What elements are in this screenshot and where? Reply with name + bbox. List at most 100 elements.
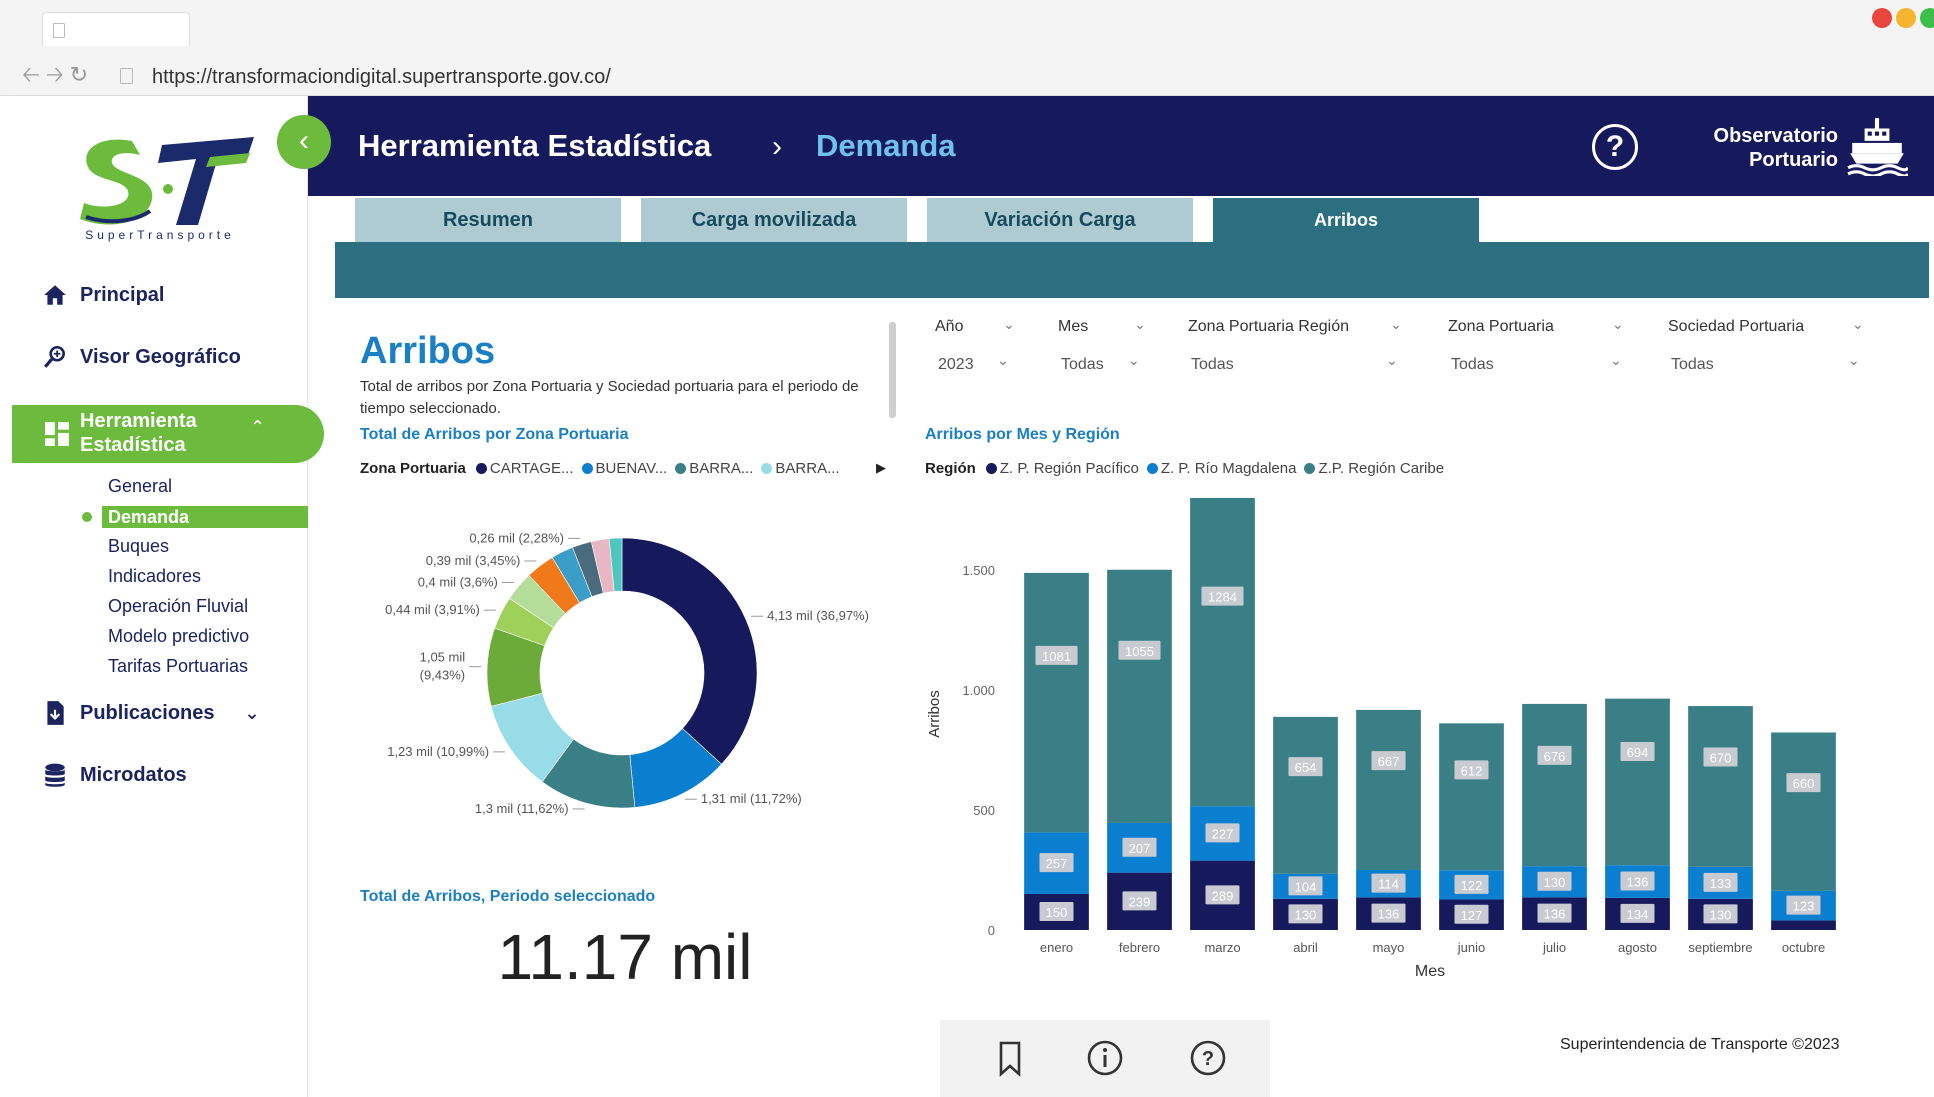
bar-data-label: 612 xyxy=(1461,763,1483,778)
chevron-down-icon[interactable]: ⌄ xyxy=(1610,352,1622,369)
legend-item-label: BUENAV... xyxy=(595,460,668,477)
document-download-icon xyxy=(47,701,64,725)
bar-data-label: 136 xyxy=(1627,875,1649,890)
tab-resumen[interactable]: Resumen xyxy=(355,198,621,242)
map-search-icon xyxy=(44,345,65,368)
submenu-item-demanda[interactable]: Demanda xyxy=(102,506,308,528)
bar-data-label: 1055 xyxy=(1125,644,1154,659)
breadcrumb-demanda: Demanda xyxy=(816,128,956,163)
info-icon[interactable] xyxy=(1085,1038,1125,1078)
minimize-window-button[interactable] xyxy=(1896,8,1916,28)
legend-item[interactable]: BUENAV... xyxy=(581,460,668,477)
sidebar-item-label: Principal xyxy=(80,283,165,306)
bar-segment xyxy=(1771,732,1836,891)
chevron-down-icon[interactable]: ⌄ xyxy=(1386,352,1398,369)
x-tick-label: agosto xyxy=(1618,940,1657,955)
bar-data-label: 130 xyxy=(1295,907,1317,922)
x-tick-label: abril xyxy=(1293,940,1318,955)
page-title: Arribos xyxy=(360,330,496,372)
bar-data-label: 257 xyxy=(1046,856,1068,871)
submenu-item-buques[interactable]: Buques xyxy=(108,536,169,557)
bar-data-label: 670 xyxy=(1710,751,1732,766)
active-dot-icon xyxy=(82,512,92,522)
donut-legend: Zona Portuaria CARTAGE... BUENAV... BARR… xyxy=(360,460,848,477)
bar-segment xyxy=(1522,703,1587,867)
address-bar[interactable]: https://transformaciondigital.supertrans… xyxy=(152,66,611,89)
chevron-down-icon[interactable]: ⌄ xyxy=(1848,352,1860,369)
supertransporte-logo xyxy=(80,137,254,225)
sidebar-item-microdatos[interactable]: Microdatos xyxy=(42,762,187,788)
bar-data-label: 239 xyxy=(1129,894,1151,909)
reload-icon[interactable]: ↻ xyxy=(70,64,88,86)
chevron-down-icon[interactable]: ⌄ xyxy=(1390,316,1402,333)
bookmark-icon[interactable] xyxy=(990,1038,1030,1078)
copyright-text: Superintendencia de Transporte ©2023 xyxy=(1560,1036,1840,1053)
donut-chart: 4,13 mil (36,97%) 1,31 mil (11,72%) 1,3 mi… xyxy=(385,530,869,816)
filter-ano[interactable]: Año ⌄ 2023 ⌄ xyxy=(935,316,1015,373)
filter-label: Zona Portuaria Región xyxy=(1188,318,1349,335)
chevron-down-icon[interactable]: ⌄ xyxy=(997,352,1009,369)
bar-data-label: 136 xyxy=(1378,907,1400,922)
description-scrollbar[interactable] xyxy=(889,322,896,418)
maximize-window-button[interactable] xyxy=(1920,8,1934,28)
collapse-sidebar-button[interactable]: ‹ xyxy=(277,115,331,169)
address-page-icon xyxy=(120,68,133,84)
database-icon xyxy=(45,763,65,787)
chevron-up-icon[interactable]: ⌃ xyxy=(250,417,265,438)
sidebar-item-label: Publicaciones xyxy=(80,701,215,724)
bar-data-label: 1284 xyxy=(1208,590,1237,605)
chevron-down-icon[interactable]: ⌄ xyxy=(1852,316,1864,333)
sidebar-item-label: Visor Geográfico xyxy=(80,345,241,368)
legend-item[interactable]: BARRA... xyxy=(761,460,840,477)
submenu-item-tarifas-portuarias[interactable]: Tarifas Portuarias xyxy=(108,656,248,677)
filter-value: Todas xyxy=(1061,356,1104,373)
x-tick-label: febrero xyxy=(1119,940,1160,955)
sidebar-item-principal[interactable]: Principal xyxy=(42,282,164,308)
back-arrow-icon[interactable]: 🡠 xyxy=(22,64,40,86)
help-question-icon[interactable]: ? xyxy=(1188,1038,1228,1078)
filter-zona-portuaria-region[interactable]: Zona Portuaria Región ⌄ Todas ⌄ xyxy=(1188,316,1402,373)
tab-variacion-carga[interactable]: Variación Carga xyxy=(927,198,1193,242)
filter-mes[interactable]: Mes ⌄ Todas ⌄ xyxy=(1058,316,1146,373)
donut-data-label: 0,44 mil (3,91%) xyxy=(385,602,480,617)
submenu-item-modelo-predictivo[interactable]: Modelo predictivo xyxy=(108,626,249,647)
bar-data-label: 667 xyxy=(1378,754,1400,769)
tab-arribos[interactable]: Arribos xyxy=(1213,198,1479,242)
legend-item-label: CARTAGE... xyxy=(489,460,574,477)
chevron-down-icon[interactable]: ⌄ xyxy=(1128,352,1140,369)
submenu-item-operacion-fluvial[interactable]: Operación Fluvial xyxy=(108,596,248,617)
submenu-item-general[interactable]: General xyxy=(108,476,172,497)
browser-tab[interactable] xyxy=(42,12,190,46)
sidebar-item-visor-geografico[interactable]: Visor Geográfico xyxy=(42,344,241,370)
donut-slice xyxy=(621,537,758,765)
forward-arrow-icon[interactable]: 🡢 xyxy=(46,64,64,86)
help-icon[interactable]: ? xyxy=(1592,124,1638,170)
donut-data-label: 0,4 mil (3,6%) xyxy=(418,574,498,589)
filter-zona-portuaria[interactable]: Zona Portuaria ⌄ Todas ⌄ xyxy=(1448,316,1624,373)
legend-swatch xyxy=(581,463,593,474)
chevron-down-icon[interactable]: ⌄ xyxy=(1134,316,1146,333)
donut-data-label: 1,23 mil (10,99%) xyxy=(387,744,489,759)
stacked-bar-chart: 0 500 1.000 1.500 Arribos 150 257 1081 enero 239 2… xyxy=(926,498,1836,980)
close-window-button[interactable] xyxy=(1872,8,1892,28)
sidebar-item-publicaciones[interactable]: Publicaciones ⌄ xyxy=(42,700,260,726)
legend-item[interactable]: CARTAGE... xyxy=(475,460,574,477)
breadcrumb-herramienta[interactable]: Herramienta Estadística xyxy=(358,128,711,164)
page-icon xyxy=(53,23,65,38)
bar-data-label: 289 xyxy=(1212,888,1234,903)
bar-segment xyxy=(1024,572,1089,833)
legend-next-arrow-icon[interactable]: ▶ xyxy=(876,460,886,476)
chevron-down-icon[interactable]: ⌄ xyxy=(1003,316,1015,333)
bar-data-label: 1081 xyxy=(1042,649,1071,664)
chevron-down-icon[interactable]: ⌄ xyxy=(245,703,260,724)
bar-data-label: 660 xyxy=(1793,776,1815,791)
submenu-item-indicadores[interactable]: Indicadores xyxy=(108,566,201,587)
chevron-down-icon[interactable]: ⌄ xyxy=(1612,316,1624,333)
sidebar-item-herramienta-estadistica[interactable]: Herramienta Estadística ⌃ xyxy=(12,405,324,463)
filter-sociedad-portuaria[interactable]: Sociedad Portuaria ⌄ Todas ⌄ xyxy=(1668,316,1864,373)
legend-item[interactable]: BARRA... xyxy=(675,460,753,477)
filter-label: Año xyxy=(935,318,964,335)
bar-data-label: 134 xyxy=(1627,907,1649,922)
tab-carga-movilizada[interactable]: Carga movilizada xyxy=(641,198,907,242)
home-icon xyxy=(44,285,66,305)
